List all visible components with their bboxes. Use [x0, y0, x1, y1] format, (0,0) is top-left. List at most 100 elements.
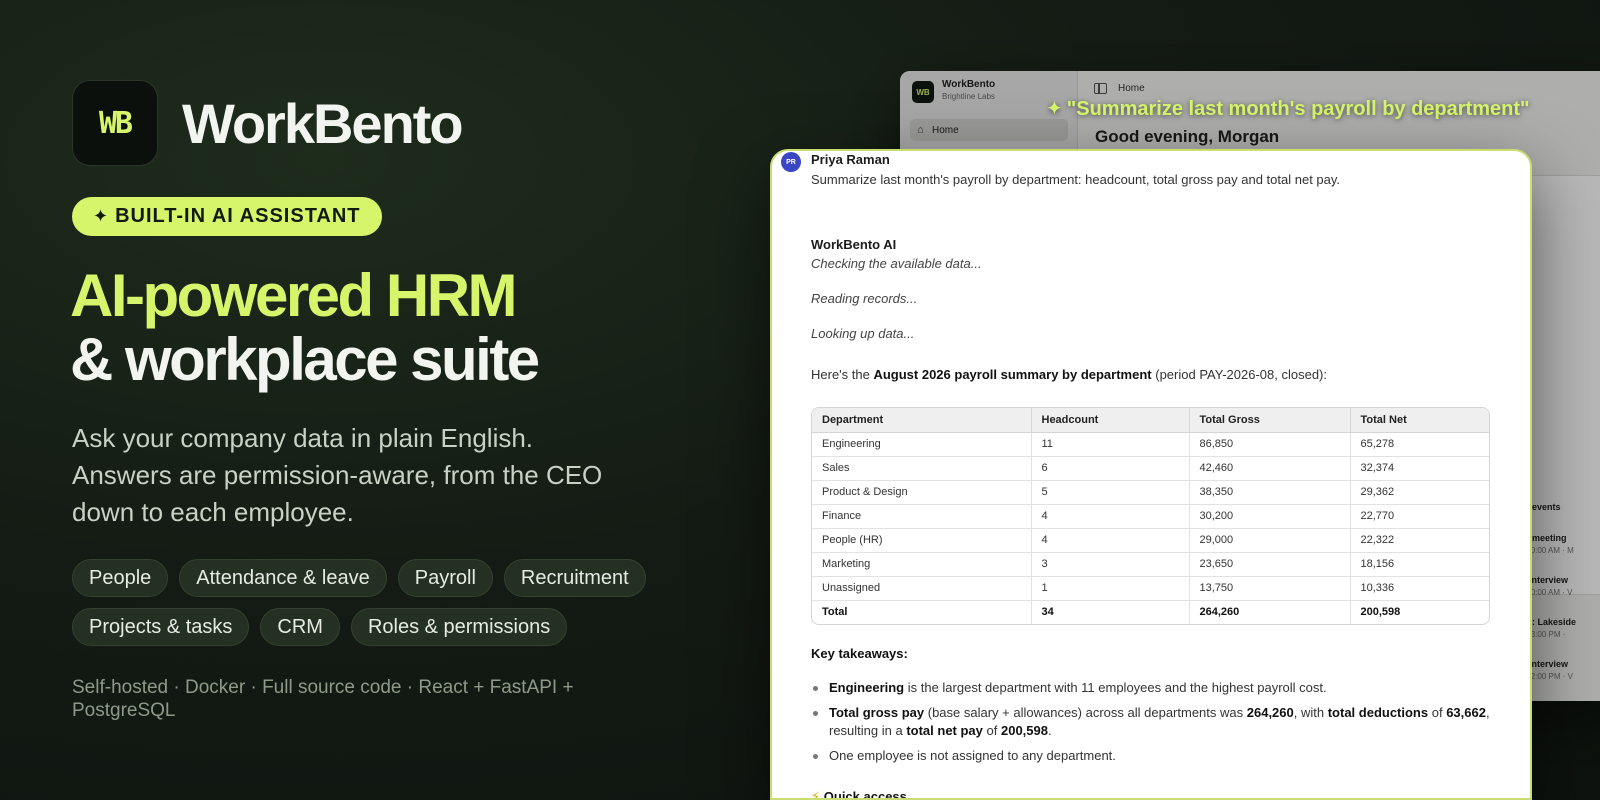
- bullet-text: .: [1047, 723, 1052, 738]
- summary-text: Here's the: [811, 367, 874, 382]
- ai-status-line: Reading records...: [811, 291, 918, 306]
- bullet-text: One employee is not assigned to any depa…: [829, 748, 1116, 763]
- brand-logo: WB: [72, 80, 158, 166]
- sidebar-item-home[interactable]: ⌂ Home: [910, 119, 1068, 141]
- ai-status-line: Checking the available data...: [811, 256, 982, 271]
- ai-chat-panel: PR Priya Raman Summarize last month's pa…: [770, 149, 1532, 800]
- column-header-headcount: Headcount: [1031, 408, 1190, 433]
- tech-stack-note: Self-hosted · Docker · Full source code …: [72, 677, 574, 721]
- table-cell: 65,278: [1350, 432, 1489, 457]
- org-name: WorkBento: [942, 79, 996, 90]
- bullet-bold: total net pay: [906, 723, 983, 738]
- chip-crm: CRM: [260, 608, 340, 646]
- chip-people: People: [72, 559, 169, 597]
- list-item: Engineering is the largest department wi…: [811, 679, 1491, 697]
- table-cell: Marketing: [812, 552, 1032, 577]
- bullet-bold: Total gross pay: [829, 705, 925, 720]
- sparkle-icon: ✦: [93, 206, 110, 226]
- bullet-text: of: [982, 723, 1001, 738]
- table-cell: 30,200: [1189, 504, 1351, 529]
- table-cell: 34: [1031, 600, 1190, 624]
- prompt-callout-text: "Summarize last month's payroll by depar…: [1066, 98, 1530, 120]
- table-cell: 32,374: [1350, 456, 1489, 481]
- table-cell: Engineering: [812, 432, 1032, 457]
- chip-recruitment: Recruitment: [503, 559, 646, 597]
- table-cell: 38,350: [1189, 480, 1351, 505]
- feature-chips: People Attendance & leave Payroll Recrui…: [72, 559, 672, 646]
- chip-payroll: Payroll: [397, 559, 493, 597]
- lightning-icon: ⚡: [811, 789, 821, 800]
- summary-text: (period PAY-2026-08, closed):: [1151, 367, 1327, 382]
- table-cell: 5: [1031, 480, 1190, 505]
- table-cell: 22,322: [1350, 528, 1489, 553]
- table-cell: Product & Design: [812, 480, 1032, 505]
- org-subtitle: Brightline Labs: [942, 92, 995, 101]
- table-cell: Total: [812, 600, 1032, 624]
- ai-assistant-badge-label: BUILT-IN AI ASSISTANT: [115, 205, 361, 227]
- sidebar-item-label: Home: [932, 124, 959, 136]
- table-cell: 200,598: [1360, 606, 1401, 619]
- summary-title: August 2026 payroll summary by departmen…: [873, 367, 1152, 382]
- home-icon: ⌂: [917, 124, 924, 136]
- column-header-department: Department: [812, 408, 1032, 433]
- table-cell: Sales: [812, 456, 1032, 481]
- bullet-bold: total deductions: [1327, 705, 1429, 720]
- table-cell: Finance: [812, 504, 1032, 529]
- list-item: Total gross pay (base salary + allowance…: [811, 704, 1491, 740]
- bullet-bold: 200,598: [1000, 723, 1048, 738]
- app-logo: WB: [912, 81, 934, 103]
- headline-line-2: & workplace suite: [70, 326, 540, 393]
- headline: AI-powered HRM & workplace suite: [70, 262, 540, 393]
- table-cell: 29,000: [1189, 528, 1351, 553]
- table-cell: 29,362: [1350, 480, 1489, 505]
- subtitle: Ask your company data in plain English. …: [72, 423, 603, 527]
- table-cell: 3: [1031, 552, 1190, 577]
- ai-summary: Here's the August 2026 payroll summary b…: [811, 367, 1327, 382]
- brand-name: WorkBento: [182, 91, 464, 155]
- key-takeaways-list: Engineering is the largest department wi…: [811, 679, 1491, 772]
- table-row: People (HR) 4 29,000 22,322: [812, 528, 1489, 553]
- table-cell: 264,260: [1189, 600, 1351, 624]
- table-cell: 22,770: [1350, 504, 1489, 529]
- brand: WB WorkBento: [72, 80, 464, 166]
- payroll-table: Department Headcount Total Gross Total N…: [811, 407, 1490, 625]
- table-row: Marketing 3 23,650 18,156: [812, 552, 1489, 577]
- column-header-total-gross: Total Gross: [1189, 408, 1351, 433]
- table-cell: 23,650: [1189, 552, 1351, 577]
- sidebar-toggle-icon[interactable]: [1094, 83, 1107, 94]
- key-takeaways-title: Key takeaways:: [811, 646, 908, 661]
- table-cell: 4: [1031, 504, 1190, 529]
- table-row: Product & Design 5 38,350 29,362: [812, 480, 1489, 505]
- table-cell: 6: [1031, 456, 1190, 481]
- quick-access-heading[interactable]: ⚡ Quick access: [811, 789, 907, 800]
- breadcrumb: Home: [1118, 83, 1145, 94]
- sparkle-icon: ✦: [1046, 98, 1063, 120]
- bullet-text: of: [1428, 705, 1447, 720]
- bullet-text: , with: [1293, 705, 1328, 720]
- avatar: PR: [781, 152, 801, 172]
- quick-access-label: Quick access: [823, 789, 907, 800]
- table-row: Sales 6 42,460 32,374: [812, 456, 1489, 481]
- chip-projects-tasks: Projects & tasks: [72, 608, 250, 646]
- table-row: Finance 4 30,200 22,770: [812, 504, 1489, 529]
- bullet-bold: 63,662: [1446, 705, 1486, 720]
- chip-roles-permissions: Roles & permissions: [350, 608, 568, 646]
- table-cell: 10,336: [1350, 576, 1489, 601]
- table-cell: Unassigned: [812, 576, 1032, 601]
- table-cell: 18,156: [1350, 552, 1489, 577]
- bullet-bold: 264,260: [1246, 705, 1294, 720]
- table-total-row: Total 34 264,260 200,598: [812, 600, 1489, 624]
- table-row: Engineering 11 86,850 65,278: [812, 432, 1489, 457]
- table-header-row: Department Headcount Total Gross Total N…: [812, 408, 1489, 433]
- ai-name: WorkBento AI: [811, 237, 897, 252]
- table-cell: 42,460: [1189, 456, 1351, 481]
- table-row: Unassigned 1 13,750 10,336: [812, 576, 1489, 601]
- prompt-callout: ✦ "Summarize last month's payroll by depa…: [1046, 96, 1529, 121]
- bullet-text: (base salary + allowances) across all de…: [924, 705, 1247, 720]
- headline-line-1: AI-powered HRM: [70, 262, 517, 329]
- user-message: Summarize last month's payroll by depart…: [811, 172, 1341, 187]
- column-header-total-net: Total Net: [1350, 408, 1489, 433]
- table-cell: 1: [1031, 576, 1190, 601]
- table-cell: People (HR): [812, 528, 1032, 553]
- bullet-bold: Engineering: [829, 680, 905, 695]
